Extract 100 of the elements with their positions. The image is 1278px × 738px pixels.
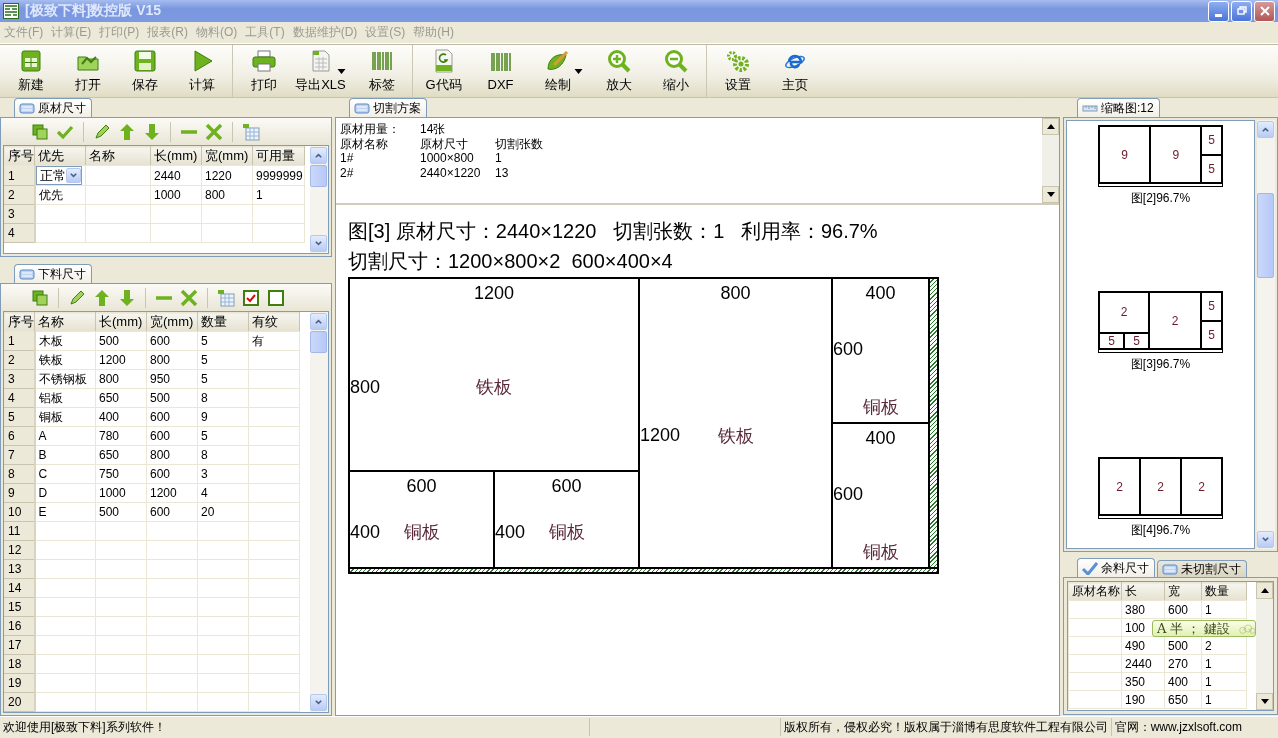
toolbar-button[interactable]: G代码 <box>415 45 472 97</box>
toolbar-button[interactable]: 缩小 <box>647 45 704 97</box>
column-header[interactable]: 有纹 <box>248 312 300 332</box>
length-label: 600 <box>550 475 583 497</box>
table-cell: 1 <box>1201 654 1247 673</box>
column-header[interactable]: 宽(mm) <box>146 312 198 332</box>
column-header[interactable]: 序号 <box>4 146 35 166</box>
dropdown-button[interactable] <box>65 168 81 183</box>
arrow-up-icon[interactable] <box>118 122 136 141</box>
summary-cell-text: 13 <box>495 166 510 181</box>
scroll-down-button[interactable] <box>1042 186 1059 203</box>
empty-checkbox-icon[interactable] <box>267 288 285 307</box>
toolbar-button[interactable]: 新建 <box>2 45 59 97</box>
input-method-label[interactable]: ； <box>1187 621 1201 636</box>
arrow-down-icon[interactable] <box>118 288 136 307</box>
thumbnail-drawing[interactable]: 9 9 5 5 <box>1098 125 1223 187</box>
restore-button[interactable] <box>1231 0 1252 22</box>
tab[interactable]: 未切割尺寸 <box>1157 560 1247 577</box>
thumbnail-caption: 图[3]96.7% <box>1130 356 1191 373</box>
scroll-down-button[interactable] <box>1256 693 1273 710</box>
dropdown-field[interactable]: 正常 <box>35 166 82 185</box>
column-header[interactable]: 宽 <box>1164 582 1202 601</box>
table-cell: 20 <box>197 502 249 522</box>
table-cell: 500 <box>95 331 147 351</box>
thumbnail-drawing[interactable]: 2 2 2 <box>1098 457 1223 519</box>
column-header[interactable]: 数量 <box>197 312 249 332</box>
vertical-scrollbar[interactable] <box>310 312 328 712</box>
table-cell: 600 <box>1164 600 1202 619</box>
toolbar-button[interactable]: 保存 <box>116 45 173 97</box>
summary-cell-text: 2# <box>340 166 355 181</box>
width-label: 600 <box>833 339 864 360</box>
column-header[interactable]: 长(mm) <box>95 312 147 332</box>
arrow-up-icon[interactable] <box>93 288 111 307</box>
table-icon[interactable] <box>242 122 260 141</box>
column-header[interactable]: 优先 <box>34 146 86 166</box>
copy-icon[interactable] <box>31 288 49 307</box>
delete-icon[interactable] <box>205 122 223 141</box>
table-cell: 有 <box>248 331 300 351</box>
toolbar-button[interactable]: 打印 <box>235 45 292 97</box>
vertical-scrollbar[interactable] <box>1257 120 1275 549</box>
thumbnail-piece: 2 <box>1099 458 1140 515</box>
vertical-scrollbar[interactable] <box>310 146 328 253</box>
tab[interactable]: 缩略图:12 <box>1077 98 1160 117</box>
thumbnail-caption: 图[4]96.7% <box>1130 522 1191 539</box>
minimize-button[interactable] <box>1208 0 1229 22</box>
scroll-thumb[interactable] <box>1257 193 1274 278</box>
column-header[interactable]: 可用量 <box>252 146 305 166</box>
thumbnail-drawing[interactable]: 2 5 5 2 5 5 <box>1098 291 1223 353</box>
column-header[interactable]: 原材名称 <box>1068 582 1122 601</box>
column-header[interactable]: 宽(mm) <box>201 146 253 166</box>
thumbnail-piece: 5 <box>1124 332 1149 349</box>
arrow-down-icon[interactable] <box>143 122 161 141</box>
toolbar-button[interactable]: 标签 <box>353 45 410 97</box>
chevron-up-icon <box>314 317 323 326</box>
input-method-toolbar[interactable]: A 半 ； 鍵設 <box>1152 620 1256 637</box>
column-header[interactable]: 序号 <box>4 312 35 332</box>
scroll-thumb[interactable] <box>310 331 327 353</box>
toolbar-button[interactable]: 绘制 <box>529 45 586 97</box>
column-header[interactable]: 名称 <box>34 312 96 332</box>
tab[interactable]: 原材尺寸 <box>14 98 92 117</box>
scroll-up-button[interactable] <box>1042 118 1059 135</box>
piece-name: 铜板 <box>548 521 585 544</box>
width-label: 600 <box>833 484 864 505</box>
table-cell: 800 <box>95 369 147 389</box>
column-header[interactable]: 长(mm) <box>150 146 202 166</box>
tab[interactable]: 下料尺寸 <box>14 264 92 283</box>
thumbnail-caption: 图[2]96.7% <box>1130 190 1191 207</box>
vertical-scrollbar[interactable] <box>1042 118 1059 203</box>
tab[interactable]: 余料尺寸 <box>1077 558 1155 577</box>
toolbar-button[interactable]: 计算 <box>173 45 230 97</box>
toolbar-button[interactable]: 放大 <box>590 45 647 97</box>
toolbar-button[interactable]: 导出XLS <box>292 45 349 97</box>
table-cell: 190 <box>1121 690 1165 709</box>
scroll-up-button[interactable] <box>1256 582 1273 599</box>
table-cell: A <box>34 426 96 446</box>
column-header[interactable]: 长 <box>1121 582 1165 601</box>
column-header[interactable]: 名称 <box>85 146 151 166</box>
column-header[interactable]: 数量 <box>1201 582 1247 601</box>
scroll-thumb[interactable] <box>310 165 327 187</box>
width-label: 400 <box>350 521 381 543</box>
copy-icon[interactable] <box>31 122 49 141</box>
pencil-icon[interactable] <box>93 122 111 141</box>
table-cell: 650 <box>95 388 147 408</box>
pencil-icon[interactable] <box>68 288 86 307</box>
delete-icon[interactable] <box>180 288 198 307</box>
table-cell: 650 <box>95 445 147 465</box>
toolbar-button[interactable]: 设置 <box>709 45 766 97</box>
table-icon[interactable] <box>217 288 235 307</box>
input-method-label[interactable]: 半 <box>1170 621 1184 636</box>
toolbar-button[interactable]: 主页 <box>766 45 823 97</box>
table-cell: 800 <box>201 185 253 205</box>
toolbar-button[interactable]: 打开 <box>59 45 116 97</box>
tab[interactable]: 切割方案 <box>349 98 427 117</box>
close-button[interactable] <box>1254 0 1275 22</box>
input-method-label[interactable]: A <box>1157 621 1167 636</box>
vertical-scrollbar[interactable] <box>1256 582 1273 710</box>
checked-checkbox-icon[interactable] <box>242 288 260 307</box>
toolbar-button[interactable]: DXF <box>472 45 529 97</box>
table-cell: 2440 <box>1121 654 1165 673</box>
thumbnail-piece: 2 <box>1149 292 1201 349</box>
